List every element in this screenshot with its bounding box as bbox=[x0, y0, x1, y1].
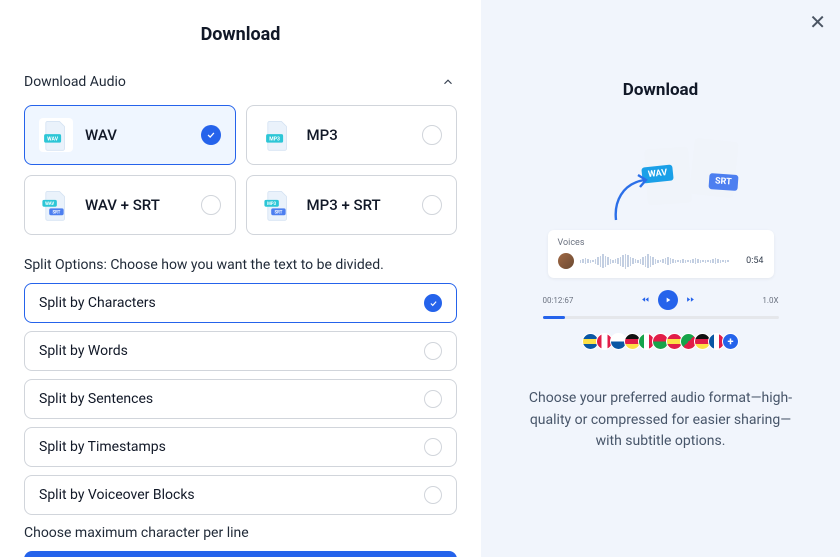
close-icon[interactable]: ✕ bbox=[809, 12, 826, 32]
avatar bbox=[558, 253, 574, 269]
split-options-list: Split by Characters Split by Words Split… bbox=[24, 283, 457, 515]
format-option-wav[interactable]: WAV WAV bbox=[24, 105, 236, 165]
split-option-label: Split by Characters bbox=[39, 295, 156, 311]
radio-checked-icon bbox=[424, 294, 442, 312]
wav-srt-file-icon: WAV SRT bbox=[39, 188, 73, 222]
play-button[interactable] bbox=[658, 290, 678, 310]
more-flags-icon[interactable]: + bbox=[722, 333, 739, 350]
mp3-srt-file-icon: MP3 SRT bbox=[261, 188, 295, 222]
radio-unchecked-icon bbox=[422, 195, 442, 215]
format-option-wav-srt[interactable]: WAV SRT WAV + SRT bbox=[24, 175, 236, 235]
panel-title: Download bbox=[24, 24, 457, 45]
voice-card: Voices 0:54 bbox=[548, 230, 774, 278]
split-option-timestamps[interactable]: Split by Timestamps bbox=[24, 427, 457, 467]
download-settings-panel: Download Download Audio WAV WAV MP3 MP3 … bbox=[0, 0, 481, 557]
radio-unchecked-icon bbox=[424, 390, 442, 408]
radio-unchecked-icon bbox=[422, 125, 442, 145]
split-option-words[interactable]: Split by Words bbox=[24, 331, 457, 371]
progress-bar[interactable] bbox=[543, 316, 779, 319]
forward-icon[interactable] bbox=[686, 295, 695, 306]
split-option-label: Split by Words bbox=[39, 343, 128, 359]
split-option-label: Split by Sentences bbox=[39, 391, 153, 407]
split-help-text: Choose maximum character per line bbox=[24, 525, 457, 541]
split-options-caption: Split Options: Choose how you want the t… bbox=[24, 257, 457, 273]
svg-text:MP3: MP3 bbox=[269, 137, 280, 143]
wav-file-icon: WAV bbox=[39, 118, 73, 152]
player-controls-row: 00:12:67 1.0X bbox=[543, 290, 779, 310]
split-option-sentences[interactable]: Split by Sentences bbox=[24, 379, 457, 419]
preview-description: Choose your preferred audio format—high-… bbox=[521, 388, 800, 453]
format-options-grid: WAV WAV MP3 MP3 WAV SRT WAV + SRT MP3 SRT … bbox=[24, 105, 457, 235]
format-label: WAV bbox=[85, 126, 201, 144]
rewind-icon[interactable] bbox=[641, 295, 650, 306]
document-stack-illustration: WAV SRT bbox=[646, 140, 736, 220]
svg-text:SRT: SRT bbox=[52, 210, 60, 215]
elapsed-time: 00:12:67 bbox=[543, 296, 574, 305]
mp3-file-icon: MP3 bbox=[261, 118, 295, 152]
radio-unchecked-icon bbox=[424, 342, 442, 360]
format-label: MP3 + SRT bbox=[307, 196, 423, 214]
radio-unchecked-icon bbox=[201, 195, 221, 215]
svg-text:WAV: WAV bbox=[47, 137, 59, 143]
voice-card-title: Voices bbox=[558, 238, 764, 248]
preview-panel: ✕ Download WAV SRT Voices 0:54 00:12:67 bbox=[481, 0, 840, 557]
format-label: WAV + SRT bbox=[85, 196, 201, 214]
svg-text:MP3: MP3 bbox=[267, 202, 276, 207]
waveform bbox=[580, 252, 741, 270]
chevron-up-icon bbox=[439, 73, 457, 91]
srt-tag: SRT bbox=[708, 173, 738, 191]
svg-text:WAV: WAV bbox=[45, 202, 54, 207]
arrow-icon bbox=[610, 172, 654, 228]
download-audio-section-header[interactable]: Download Audio bbox=[24, 73, 457, 91]
radio-unchecked-icon bbox=[424, 486, 442, 504]
split-option-label: Split by Voiceover Blocks bbox=[39, 487, 195, 503]
download-audio-label: Download Audio bbox=[24, 74, 126, 90]
preview-title: Download bbox=[623, 80, 698, 100]
format-option-mp3-srt[interactable]: MP3 SRT MP3 + SRT bbox=[246, 175, 458, 235]
format-option-mp3[interactable]: MP3 MP3 bbox=[246, 105, 458, 165]
radio-checked-icon bbox=[201, 125, 221, 145]
radio-unchecked-icon bbox=[424, 438, 442, 456]
playback-speed: 1.0X bbox=[762, 296, 778, 305]
split-option-voiceover-blocks[interactable]: Split by Voiceover Blocks bbox=[24, 475, 457, 515]
preview-illustration: WAV SRT Voices 0:54 00:12:67 1.0X + bbox=[541, 140, 781, 350]
voice-duration: 0:54 bbox=[746, 256, 763, 266]
svg-text:SRT: SRT bbox=[274, 210, 282, 215]
split-option-characters[interactable]: Split by Characters bbox=[24, 283, 457, 323]
download-button[interactable]: Download bbox=[24, 551, 457, 557]
format-label: MP3 bbox=[307, 126, 423, 144]
split-option-label: Split by Timestamps bbox=[39, 439, 166, 455]
language-flag-row: + bbox=[582, 333, 739, 350]
